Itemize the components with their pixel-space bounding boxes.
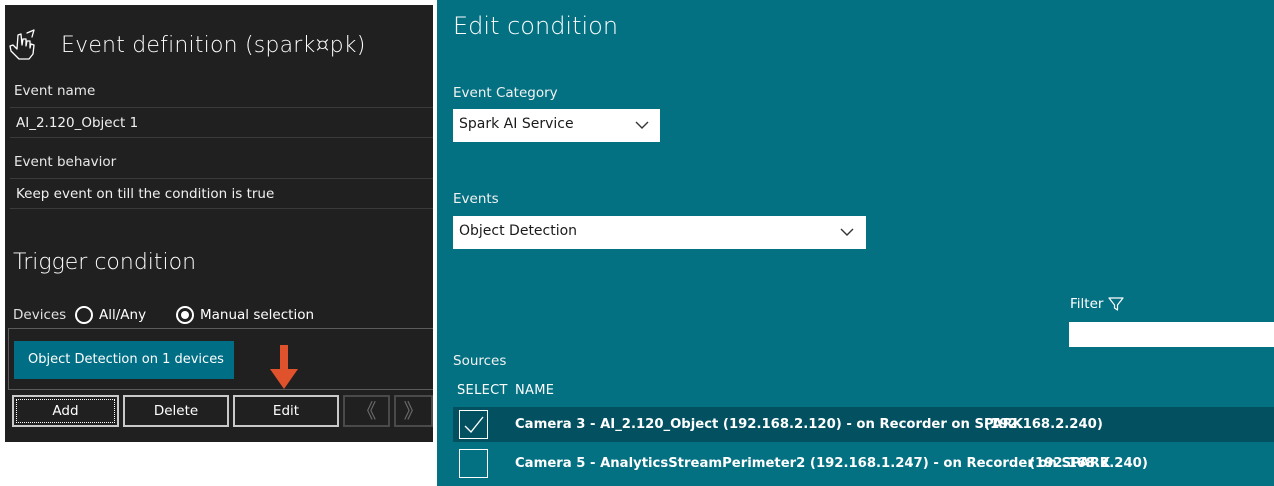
filter-label: Filter (1070, 296, 1104, 312)
radio-manual-selection[interactable] (176, 306, 194, 324)
edit-condition-panel: Edit condition Event Category Spark AI S… (437, 0, 1274, 486)
row-select-checkbox[interactable] (459, 449, 488, 478)
event-definition-panel: Event definition (spark¤pk) Event name A… (5, 5, 433, 442)
radio-manual-selection-label[interactable]: Manual selection (200, 307, 314, 323)
event-category-select[interactable]: Spark AI Service (453, 109, 660, 142)
devices-label: Devices (13, 307, 67, 323)
table-row[interactable]: Camera 5 - AnalyticsStreamPerimeter2 (19… (453, 446, 1274, 481)
sources-label: Sources (453, 353, 507, 369)
source-name: Camera 5 - AnalyticsStreamPerimeter2 (19… (515, 456, 1110, 471)
edit-button[interactable]: Edit (233, 395, 339, 427)
filter-funnel-icon[interactable] (1108, 296, 1124, 312)
events-select[interactable]: Object Detection (453, 216, 866, 249)
column-header-select[interactable]: SELECT (457, 383, 508, 398)
panel-header: Event definition (spark¤pk) (5, 5, 433, 75)
chevron-down-icon (840, 228, 854, 236)
page-title: Event definition (spark¤pk) (61, 33, 366, 58)
arrow-down-annotation-icon (270, 345, 298, 389)
event-behavior-field[interactable]: Keep event on till the condition is true (10, 178, 433, 209)
trigger-condition-title: Trigger condition (13, 250, 197, 275)
event-category-label: Event Category (453, 85, 558, 101)
event-name-label: Event name (14, 83, 96, 99)
edit-condition-title: Edit condition (453, 12, 619, 40)
checkmark-icon (464, 416, 484, 434)
event-category-value: Spark AI Service (459, 116, 574, 132)
next-button[interactable]: 》 (394, 395, 433, 427)
source-name: Camera 3 - AI_2.120_Object (192.168.2.12… (515, 417, 1023, 432)
column-header-name[interactable]: NAME (515, 383, 554, 398)
table-row[interactable]: Camera 3 - AI_2.120_Object (192.168.2.12… (453, 407, 1274, 442)
radio-all-any[interactable] (75, 306, 93, 324)
radio-all-any-label[interactable]: All/Any (99, 307, 146, 323)
filter-input[interactable] (1069, 322, 1274, 347)
add-button[interactable]: Add (12, 395, 119, 427)
device-selection-chip[interactable]: Object Detection on 1 devices (14, 341, 234, 379)
previous-button[interactable]: 《 (343, 395, 390, 427)
source-recorder-ip: (192.168.2.240) (984, 417, 1103, 432)
chevron-down-icon (635, 121, 649, 129)
events-label: Events (453, 191, 499, 207)
delete-button[interactable]: Delete (123, 395, 229, 427)
event-name-field[interactable]: AI_2.120_Object 1 (10, 107, 433, 138)
row-select-checkbox[interactable] (459, 410, 488, 439)
events-value: Object Detection (459, 223, 578, 239)
event-behavior-label: Event behavior (14, 154, 117, 170)
hand-pointer-icon (9, 29, 35, 60)
source-recorder-ip: (192.168.2.240) (1029, 456, 1148, 471)
devices-list: Object Detection on 1 devices (8, 328, 433, 390)
